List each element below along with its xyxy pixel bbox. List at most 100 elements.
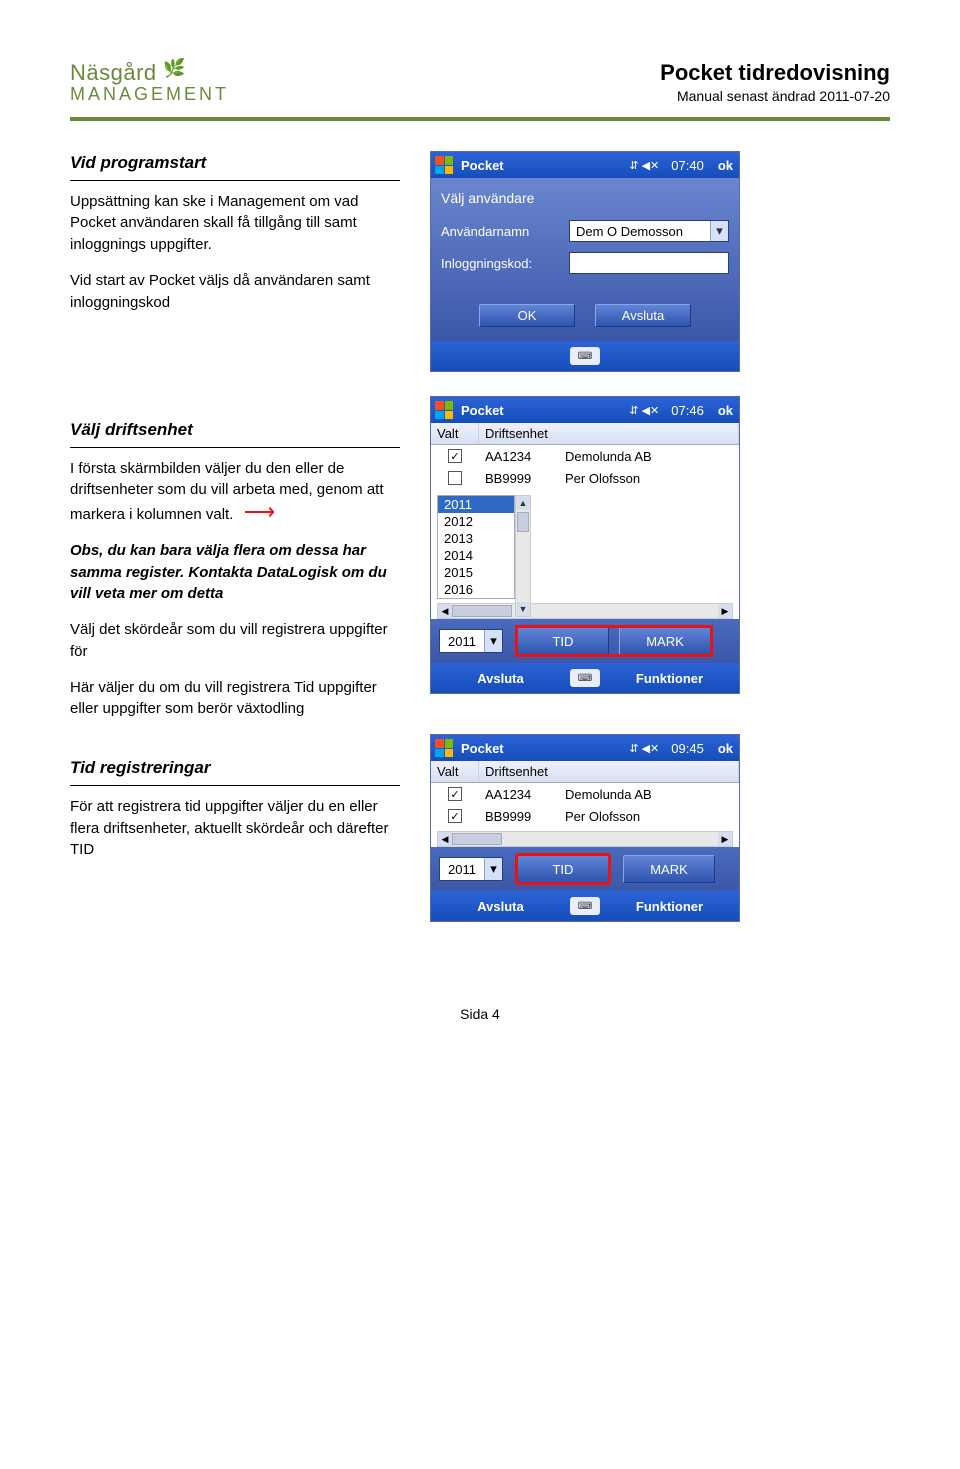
app-title: Pocket bbox=[461, 741, 621, 756]
user-label: Användarnamn bbox=[441, 224, 561, 239]
row-name: Per Olofsson bbox=[559, 809, 739, 824]
table-row[interactable]: ✓ AA1234 Demolunda AB bbox=[431, 783, 739, 805]
bottom-right[interactable]: Funktioner bbox=[600, 671, 739, 686]
signal-icon: ⇵ ◀✕ bbox=[629, 742, 659, 755]
table-row[interactable]: ✓ AA1234 Demolunda AB bbox=[431, 445, 739, 467]
year-item[interactable]: 2011 bbox=[438, 496, 514, 513]
code-input[interactable] bbox=[569, 252, 729, 274]
logo-top-text: Näsgård bbox=[70, 60, 157, 85]
arrow-icon: ⟶ bbox=[238, 499, 276, 524]
checkbox[interactable]: ✓ bbox=[448, 787, 462, 801]
scroll-thumb[interactable] bbox=[452, 605, 512, 617]
table-row[interactable]: BB9999 Per Olofsson bbox=[431, 467, 739, 489]
login-heading: Välj användare bbox=[441, 190, 729, 206]
bottom-right[interactable]: Funktioner bbox=[600, 899, 739, 914]
mark-button[interactable]: MARK bbox=[619, 627, 711, 655]
scroll-thumb[interactable] bbox=[517, 512, 529, 532]
ok-button[interactable]: ok bbox=[718, 741, 733, 756]
year-item[interactable]: 2015 bbox=[438, 564, 514, 581]
screenshot-login: Pocket ⇵ ◀✕ 07:40 ok Välj användare Anvä… bbox=[430, 151, 740, 372]
checkbox[interactable] bbox=[448, 471, 462, 485]
table-row[interactable]: ✓ BB9999 Per Olofsson bbox=[431, 805, 739, 827]
year-listbox[interactable]: 2011 2012 2013 2014 2015 2016 bbox=[437, 495, 515, 599]
chevron-down-icon[interactable]: ▾ bbox=[710, 221, 728, 241]
row-code: AA1234 bbox=[479, 449, 559, 464]
titlebar: Pocket ⇵ ◀✕ 07:40 ok bbox=[431, 152, 739, 178]
doc-subtitle: Manual senast ändrad 2011-07-20 bbox=[660, 88, 890, 104]
doc-title: Pocket tidredovisning bbox=[660, 60, 890, 86]
scroll-up-icon[interactable]: ▲ bbox=[516, 496, 530, 510]
ok-button[interactable]: OK bbox=[479, 304, 575, 327]
screenshot-driftsenhet: Pocket ⇵ ◀✕ 07:46 ok Valt Driftsenhet ✓ … bbox=[430, 396, 740, 694]
checkbox[interactable]: ✓ bbox=[448, 809, 462, 823]
keyboard-icon[interactable]: ⌨ bbox=[570, 669, 600, 687]
col-valt: Valt bbox=[431, 423, 479, 444]
scrollbar-vertical[interactable]: ▲ ▼ bbox=[515, 495, 531, 617]
row-name: Demolunda AB bbox=[559, 449, 739, 464]
col-valt: Valt bbox=[431, 761, 479, 782]
checkbox[interactable]: ✓ bbox=[448, 449, 462, 463]
year-item[interactable]: 2013 bbox=[438, 530, 514, 547]
section2-p2: Obs, du kan bara välja flera om dessa ha… bbox=[70, 540, 400, 605]
section2-p3: Välj det skördeår som du vill registrera… bbox=[70, 619, 400, 663]
section1-heading: Vid programstart bbox=[70, 151, 400, 181]
ok-button[interactable]: ok bbox=[718, 403, 733, 418]
col-driftsenhet: Driftsenhet bbox=[479, 423, 739, 444]
keyboard-icon[interactable]: ⌨ bbox=[570, 897, 600, 915]
signal-icon: ⇵ ◀✕ bbox=[629, 159, 659, 172]
section3-heading: Tid registreringar bbox=[70, 756, 400, 786]
page-footer: Sida 4 bbox=[70, 1006, 890, 1022]
year-item[interactable]: 2014 bbox=[438, 547, 514, 564]
section2-heading: Välj driftsenhet bbox=[70, 418, 400, 448]
tid-button[interactable]: TID bbox=[517, 855, 609, 883]
scroll-right-icon[interactable]: ▶ bbox=[718, 832, 732, 846]
doc-title-block: Pocket tidredovisning Manual senast ändr… bbox=[660, 60, 890, 104]
logo-bottom-text: MANAGEMENT bbox=[70, 84, 229, 105]
scroll-thumb[interactable] bbox=[452, 833, 502, 845]
scroll-down-icon[interactable]: ▼ bbox=[516, 602, 530, 616]
year-select[interactable]: 2011 ▾ bbox=[439, 857, 503, 881]
year-value: 2011 bbox=[440, 634, 484, 649]
bottom-left[interactable]: Avsluta bbox=[431, 671, 570, 686]
scrollbar-horizontal[interactable]: ◀ ▶ bbox=[437, 831, 733, 847]
signal-icon: ⇵ ◀✕ bbox=[629, 404, 659, 417]
section3-p1: För att registrera tid uppgifter väljer … bbox=[70, 796, 400, 861]
col-driftsenhet: Driftsenhet bbox=[479, 761, 739, 782]
start-icon[interactable] bbox=[435, 401, 453, 419]
tid-button[interactable]: TID bbox=[517, 627, 609, 655]
clock: 07:40 bbox=[671, 158, 704, 173]
bottom-left[interactable]: Avsluta bbox=[431, 899, 570, 914]
user-select[interactable]: Dem O Demosson ▾ bbox=[569, 220, 729, 242]
clock: 09:45 bbox=[671, 741, 704, 756]
start-icon[interactable] bbox=[435, 156, 453, 174]
section1-p1: Uppsättning kan ske i Management om vad … bbox=[70, 191, 400, 256]
scrollbar-horizontal[interactable]: ◀ ▶ bbox=[437, 603, 733, 619]
page-header: Näsgård 🌿 MANAGEMENT Pocket tidredovisni… bbox=[70, 60, 890, 105]
chevron-down-icon[interactable]: ▾ bbox=[484, 858, 502, 880]
year-item[interactable]: 2012 bbox=[438, 513, 514, 530]
scroll-left-icon[interactable]: ◀ bbox=[438, 604, 452, 618]
titlebar: Pocket ⇵ ◀✕ 09:45 ok bbox=[431, 735, 739, 761]
year-item[interactable]: 2016 bbox=[438, 581, 514, 598]
app-title: Pocket bbox=[461, 158, 621, 173]
year-select[interactable]: 2011 ▾ bbox=[439, 629, 503, 653]
row-code: BB9999 bbox=[479, 471, 559, 486]
clock: 07:46 bbox=[671, 403, 704, 418]
app-title: Pocket bbox=[461, 403, 621, 418]
bottombar: Avsluta ⌨ Funktioner bbox=[431, 663, 739, 693]
section2-p1: I första skärmbilden väljer du den eller… bbox=[70, 460, 384, 524]
scroll-right-icon[interactable]: ▶ bbox=[718, 604, 732, 618]
mark-button[interactable]: MARK bbox=[623, 855, 715, 883]
section1-p2: Vid start av Pocket väljs då användaren … bbox=[70, 270, 400, 314]
section2-p4: Här väljer du om du vill registrera Tid … bbox=[70, 677, 400, 721]
scroll-left-icon[interactable]: ◀ bbox=[438, 832, 452, 846]
row-name: Demolunda AB bbox=[559, 787, 739, 802]
quit-button[interactable]: Avsluta bbox=[595, 304, 691, 327]
header-rule bbox=[70, 117, 890, 121]
start-icon[interactable] bbox=[435, 739, 453, 757]
ok-button[interactable]: ok bbox=[718, 158, 733, 173]
chevron-down-icon[interactable]: ▾ bbox=[484, 630, 502, 652]
keyboard-icon[interactable]: ⌨ bbox=[570, 347, 600, 365]
screenshot-tid: Pocket ⇵ ◀✕ 09:45 ok Valt Driftsenhet ✓ … bbox=[430, 734, 740, 922]
user-value: Dem O Demosson bbox=[576, 224, 683, 239]
